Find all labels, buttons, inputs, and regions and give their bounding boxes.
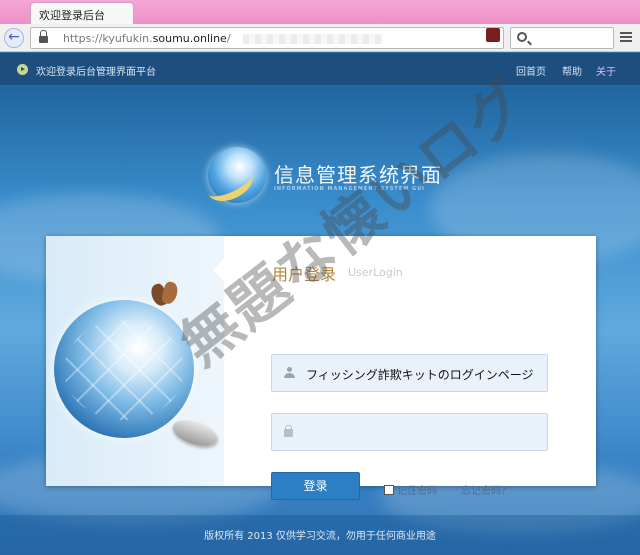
- padlock-icon: [284, 425, 293, 437]
- login-button[interactable]: 登录: [271, 472, 360, 500]
- browser-tab[interactable]: 欢迎登录后台: [30, 2, 134, 24]
- username-value: フィッシング詐欺キットのログインページ: [306, 368, 534, 382]
- home-link[interactable]: 回首页: [516, 63, 546, 78]
- password-field[interactable]: [271, 413, 548, 451]
- lock-icon: [39, 30, 48, 43]
- username-field[interactable]: フィッシング詐欺キットのログインページ: [271, 354, 548, 392]
- url-redaction: [243, 34, 383, 44]
- top-header: 欢迎登录后台管理界面平台 回首页 帮助 关于: [0, 53, 640, 86]
- back-arrow-icon[interactable]: ←: [4, 28, 24, 48]
- remember-label: 记住密码: [397, 486, 437, 497]
- login-panel: 用户登录 UserLogin フィッシング詐欺キットのログインページ 登录 记住…: [46, 236, 596, 500]
- login-page: 欢迎登录后台管理界面平台 回首页 帮助 关于 信息管理系统界面 INFORMAT…: [0, 53, 640, 555]
- remember-checkbox[interactable]: [384, 485, 394, 495]
- login-title-en: UserLogin: [348, 266, 403, 279]
- computer-mouse-icon: [169, 415, 221, 451]
- shield-icon[interactable]: [486, 28, 500, 42]
- search-icon: [517, 32, 527, 42]
- play-icon: [17, 64, 28, 75]
- remember-password[interactable]: 记住密码: [384, 482, 437, 497]
- search-input[interactable]: [510, 27, 614, 49]
- copyright-text: 版权所有 2013 仅供学习交流，勿用于任何商业用途: [204, 531, 436, 542]
- forgot-password-link[interactable]: 忘记密码？: [461, 482, 511, 497]
- puzzle-globe-icon: [54, 300, 194, 438]
- tab-title: 欢迎登录后台: [39, 9, 105, 22]
- address-bar[interactable]: https://kyufukin.soumu.online/: [30, 27, 504, 49]
- browser-tab-bar: 欢迎登录后台: [0, 0, 640, 24]
- logo-title: 信息管理系统界面: [274, 163, 442, 187]
- browser-nav-bar: ← https://kyufukin.soumu.online/: [0, 24, 640, 52]
- butterfly-icon: [150, 280, 180, 310]
- welcome-text: 欢迎登录后台管理界面平台: [36, 67, 156, 78]
- url-text: https://kyufukin.soumu.online/: [63, 32, 231, 45]
- about-link[interactable]: 关于: [596, 63, 616, 78]
- help-link[interactable]: 帮助: [562, 63, 582, 78]
- login-title: 用户登录: [272, 265, 337, 284]
- panel-illustration: [46, 236, 224, 486]
- logo-subtitle: INFORMATION MANAGEMENT SYSTEM GUI: [274, 186, 426, 192]
- hamburger-menu-icon[interactable]: [620, 32, 632, 42]
- user-icon: [284, 367, 295, 378]
